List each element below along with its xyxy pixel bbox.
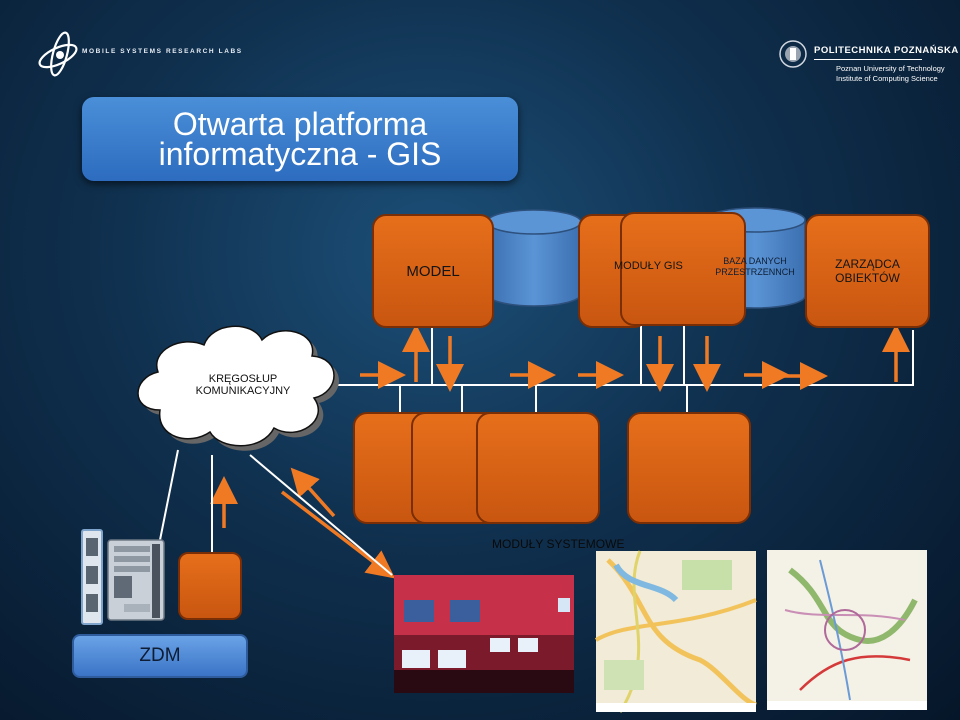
backbone-label: KRĘGOSŁUP KOMUNIKACYJNY xyxy=(158,373,328,397)
architecture-diagram xyxy=(81,207,927,713)
server-rack-icon xyxy=(81,529,103,625)
cloud-to-server-line xyxy=(159,449,179,541)
backbone-line-2: KOMUNIKACYJNY xyxy=(195,385,291,397)
zdm-module xyxy=(178,552,242,620)
spatial-database-label: BAZA DANYCH PRZESTRZENNCH xyxy=(715,256,795,277)
model-module: MODEL xyxy=(372,214,494,328)
control-room-photo xyxy=(394,575,574,693)
backbone-line-1: KRĘGOSŁUP xyxy=(208,373,278,385)
gis-modules-label: MODUŁY GIS xyxy=(614,260,683,272)
database-cylinder-left xyxy=(486,209,582,307)
object-manager-line-2: OBIEKTÓW xyxy=(835,271,900,285)
system-modules-label: MODUŁY SYSTEMOWE xyxy=(492,537,625,551)
desktop-computer-icon xyxy=(107,539,165,621)
city-map-detail xyxy=(594,550,758,713)
model-label: MODEL xyxy=(406,262,460,280)
object-manager-module: ZARZĄDCA OBIEKTÓW xyxy=(805,214,930,328)
system-module-4 xyxy=(627,412,751,524)
city-overview-map xyxy=(767,550,927,710)
object-manager-line-1: ZARZĄDCA xyxy=(835,257,900,271)
zdm-label: ZDM xyxy=(139,645,181,666)
zdm-label-box: ZDM xyxy=(72,634,248,678)
system-module-3 xyxy=(476,412,600,524)
